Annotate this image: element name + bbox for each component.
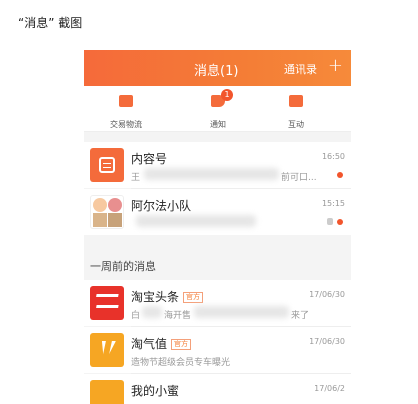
add-icon[interactable]: + bbox=[328, 55, 343, 77]
official-tag: 官方 bbox=[171, 339, 192, 350]
conversation-row[interactable]: 淘气值 官方 造物节超级会员专车曝光 17/06/30 bbox=[84, 327, 351, 373]
top-bar: 消息(1) 通讯录 + bbox=[84, 50, 351, 86]
truck-icon bbox=[119, 95, 133, 107]
avatar bbox=[90, 148, 124, 182]
conversation-snippet-tail: 前可口... bbox=[281, 173, 317, 183]
unread-dot bbox=[337, 172, 343, 178]
quick-item-label: 通知 bbox=[210, 120, 226, 129]
blurred-snippet bbox=[136, 215, 256, 227]
conversation-row[interactable]: 淘宝头条 官方 白 海开售 来了 17/06/30 bbox=[84, 280, 351, 326]
blurred-snippet bbox=[194, 306, 289, 318]
quick-item-label: 交易物流 bbox=[110, 120, 142, 129]
conversation-row[interactable]: 我的小蜜 17/06/2 bbox=[84, 374, 351, 404]
conversation-time: 17/06/30 bbox=[309, 337, 345, 346]
chat-bubble-icon bbox=[289, 95, 303, 107]
screenshot-caption: “消息” 截图 bbox=[18, 16, 83, 30]
group-avatar bbox=[90, 195, 124, 229]
assistant-avatar bbox=[90, 380, 124, 404]
conversation-time: 17/06/2 bbox=[314, 384, 345, 393]
conversation-snippet: 王 bbox=[131, 173, 141, 183]
conversation-name: 淘宝头条 官方 bbox=[131, 288, 204, 305]
notice-badge: 1 bbox=[221, 89, 233, 101]
conversation-name: 阿尔法小队 bbox=[131, 199, 192, 213]
speaker-icon: 1 bbox=[211, 89, 233, 107]
conversation-time: 15:15 bbox=[321, 199, 345, 208]
conversation-time: 16:50 bbox=[321, 152, 345, 161]
quick-entry-bar: 交易物流 1 通知 互动 bbox=[84, 86, 351, 132]
conversation-row[interactable]: 内容号 王 前可口... 16:50 bbox=[84, 142, 351, 188]
conversation-row[interactable]: 阿尔法小队 15:15 bbox=[84, 189, 351, 235]
conversation-name: 内容号 bbox=[131, 152, 168, 166]
quick-item-notice[interactable]: 1 通知 bbox=[188, 89, 248, 130]
contacts-link[interactable]: 通讯录 bbox=[284, 61, 317, 77]
messages-screen: 消息(1) 通讯录 + 交易物流 1 通知 互动 内容号 王 前可口... 16… bbox=[84, 50, 351, 404]
unread-dot bbox=[337, 219, 343, 225]
blurred-snippet bbox=[144, 168, 279, 180]
quick-item-interaction[interactable]: 互动 bbox=[266, 92, 326, 130]
quick-item-label: 互动 bbox=[288, 120, 304, 129]
quick-item-logistics[interactable]: 交易物流 bbox=[96, 92, 156, 130]
conversation-name: 淘气值 官方 bbox=[131, 335, 192, 352]
conversation-snippet-mid: 海开售 bbox=[164, 311, 192, 321]
page-title: 消息(1) bbox=[194, 64, 239, 79]
section-title: 一周前的消息 bbox=[90, 260, 156, 273]
conversation-snippet-tail: 来了 bbox=[291, 311, 310, 321]
taobao-headline-logo bbox=[90, 286, 124, 320]
conversation-time: 17/06/30 bbox=[309, 290, 345, 299]
conversation-name: 我的小蜜 bbox=[131, 384, 180, 398]
conversation-snippet: 造物节超级会员专车曝光 bbox=[131, 358, 231, 368]
taoqizhi-logo bbox=[90, 333, 124, 367]
mute-icon bbox=[327, 218, 333, 225]
conversation-snippet: 白 bbox=[131, 311, 141, 321]
blurred-snippet bbox=[142, 306, 162, 318]
official-tag: 官方 bbox=[183, 292, 204, 303]
